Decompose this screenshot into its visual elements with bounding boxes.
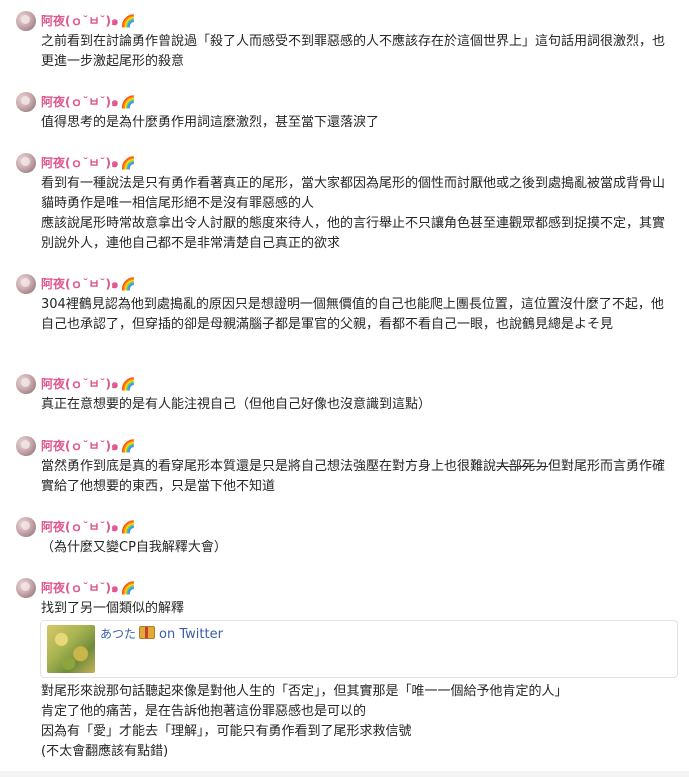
message-line: 看到有一種說法是只有勇作看著真正的尾形，當大家都因為尾形的個性而討厭他或之後到處… [41,176,666,211]
message-text: 真正在意想要的是有人能注視自己（但他自己好像也沒意識到這點） [41,395,671,415]
author-name-label[interactable]: 阿夜(ｏ˘ㅂ˘)๑ [41,377,119,391]
author-name[interactable]: 阿夜(ｏ˘ㅂ˘)๑ 🌈 [41,93,136,111]
message-line: 肯定了他的痛苦，是在告訴他抱著這份罪惡感也是可以的 [41,704,367,719]
avatar[interactable] [16,436,36,456]
message-text: 值得思考的是為什麼勇作用詞這麼激烈，甚至當下還落淚了 [41,113,671,133]
author-name[interactable]: 阿夜(ｏ˘ㅂ˘)๑ 🌈 [41,12,136,30]
rainbow-icon: 🌈 [120,439,136,453]
author-name-label[interactable]: 阿夜(ｏ˘ㅂ˘)๑ [41,439,119,453]
author-name[interactable]: 阿夜(ｏ˘ㅂ˘)๑ 🌈 [41,375,136,393]
strikethrough-text: 大部死ㄉ [496,459,549,474]
message-line: 當然勇作到底是真的看穿尾形本質還是只是將自己想法強壓在對方身上也很難說大部死ㄉ但… [41,457,671,497]
author-name-label[interactable]: 阿夜(ｏ˘ㅂ˘)๑ [41,277,119,291]
message-line: 真正在意想要的是有人能注視自己（但他自己好像也沒意識到這點） [41,397,432,412]
avatar[interactable] [16,153,36,173]
author-name-label[interactable]: 阿夜(ｏ˘ㅂ˘)๑ [41,95,119,109]
rainbow-icon: 🌈 [120,520,136,534]
author-name[interactable]: 阿夜(ｏ˘ㅂ˘)๑ 🌈 [41,518,136,536]
bottom-divider [0,771,689,777]
message-line: 對尾形來說那句話聽起來像是對他人生的「否定」，但其實那是「唯一一個給予他肯定的人… [41,684,568,699]
message-text: 找到了另一個類似的解釋 [41,599,671,619]
message-line: 應該說尾形時常故意拿出令人討厭的態度來待人，他的言行舉止不只讓角色甚至連觀眾都感… [41,216,666,251]
message-text: 對尾形來說那句話聽起來像是對他人生的「否定」，但其實那是「唯一一個給予他肯定的人… [41,682,671,762]
twitter-embed[interactable]: あつた on Twitter [40,620,678,678]
author-name[interactable]: 阿夜(ｏ˘ㅂ˘)๑ 🌈 [41,275,136,293]
embed-author-name[interactable]: あつた [100,627,136,641]
avatar[interactable] [16,274,36,294]
rainbow-icon: 🌈 [120,156,136,170]
avatar[interactable] [16,374,36,394]
rainbow-icon: 🌈 [120,277,136,291]
avatar[interactable] [16,92,36,112]
author-name-label[interactable]: 阿夜(ｏ˘ㅂ˘)๑ [41,14,119,28]
author-name-label[interactable]: 阿夜(ｏ˘ㅂ˘)๑ [41,520,119,534]
message-line: (不太會翻應該有點錯) [41,744,169,759]
message-line: 因為有「愛」才能去「理解」，可能只有勇作看到了尾形求救信號 [41,724,412,739]
message-line: 值得思考的是為什麼勇作用詞這麼激烈，甚至當下還落淚了 [41,115,380,130]
avatar[interactable] [16,517,36,537]
message-line: （為什麼又變CP自我解釋大會） [41,540,227,555]
author-name[interactable]: 阿夜(ｏ˘ㅂ˘)๑ 🌈 [41,579,136,597]
avatar[interactable] [16,578,36,598]
embed-thumbnail[interactable] [47,625,95,673]
message-line: 304裡鶴見認為他到處搗亂的原因只是想證明一個無價值的自己也能爬上團長位置，這位… [41,297,664,332]
rainbow-icon: 🌈 [120,14,136,28]
message-text: 看到有一種說法是只有勇作看著真正的尾形，當大家都因為尾形的個性而討厭他或之後到處… [41,174,671,254]
author-name-label[interactable]: 阿夜(ｏ˘ㅂ˘)๑ [41,156,119,170]
avatar[interactable] [16,11,36,31]
message-line: 之前看到在討論勇作曾說過「殺了人而感受不到罪惡感的人不應該存在於這個世界上」這句… [41,34,666,69]
author-name[interactable]: 阿夜(ｏ˘ㅂ˘)๑ 🌈 [41,154,136,172]
author-name-label[interactable]: 阿夜(ｏ˘ㅂ˘)๑ [41,581,119,595]
rainbow-icon: 🌈 [120,377,136,391]
message-segment: 當然勇作到底是真的看穿尾形本質還是只是將自己想法強壓在對方身上也很難說 [41,459,497,474]
rainbow-icon: 🌈 [120,581,136,595]
gift-icon [139,626,156,639]
message-text: 當然勇作到底是真的看穿尾形本質還是只是將自己想法強壓在對方身上也很難說大部死ㄉ但… [41,457,671,497]
author-name[interactable]: 阿夜(ｏ˘ㅂ˘)๑ 🌈 [41,437,136,455]
embed-author[interactable]: あつた on Twitter [100,625,223,644]
embed-source-link[interactable]: on Twitter [159,627,223,642]
message-text: （為什麼又變CP自我解釋大會） [41,538,671,558]
message-text: 304裡鶴見認為他到處搗亂的原因只是想證明一個無價值的自己也能爬上團長位置，這位… [41,295,671,335]
rainbow-icon: 🌈 [120,95,136,109]
message-text: 之前看到在討論勇作曾說過「殺了人而感受不到罪惡感的人不應該存在於這個世界上」這句… [41,32,671,72]
message-line: 找到了另一個類似的解釋 [41,601,185,616]
